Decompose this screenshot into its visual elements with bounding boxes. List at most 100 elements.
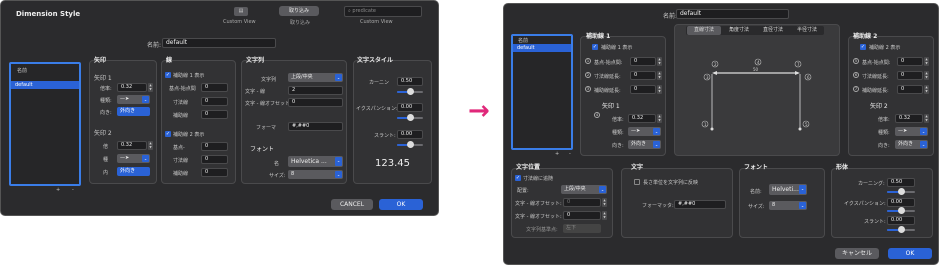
ext2-base-field[interactable]: 0 — [897, 57, 923, 66]
style-list-item[interactable]: default — [513, 44, 571, 52]
text-pos-value: 上段/中央 — [291, 74, 313, 80]
text-offset-label: 文字 - 線オフセット: — [245, 101, 292, 107]
ok-button[interactable]: OK — [888, 248, 932, 259]
follow-dimline-checkbox[interactable]: ✓ — [515, 175, 521, 181]
font-name-select[interactable]: Helvetica ... ⌄ — [288, 156, 343, 167]
base2-field[interactable]: 0 — [201, 142, 228, 151]
name-field[interactable]: default — [676, 9, 789, 19]
ext1-aux-field[interactable]: 0 — [630, 85, 656, 94]
aux-len-field[interactable]: 0 — [201, 110, 228, 119]
ok-button[interactable]: OK — [379, 199, 423, 210]
slant-slider[interactable] — [397, 141, 423, 148]
text-position-title: 文字位置 — [516, 164, 541, 171]
format-label: フォーマッタ: — [642, 203, 674, 209]
format-field[interactable]: #,##0 — [288, 122, 343, 131]
arrow2-kind-select[interactable]: —➤ ⌄ — [117, 154, 150, 163]
arrow-shape-icon: —➤ — [120, 155, 130, 161]
font-title: フォント — [250, 146, 275, 153]
text-xoff-stepper[interactable]: ▲ ▼ — [602, 198, 607, 207]
cancel-button[interactable]: CANCEL — [331, 199, 373, 210]
exp-field[interactable]: 0.00 — [397, 103, 423, 112]
slant-field[interactable]: 0.00 — [397, 130, 423, 139]
arrow2-size-field[interactable]: 0.32 — [117, 141, 147, 150]
exp-field[interactable]: 0.00 — [887, 198, 915, 207]
arrow2-size-field[interactable]: 0.32 — [895, 114, 923, 123]
add-style-button[interactable]: + — [56, 187, 60, 193]
arrow1-kind-label: 種類: — [100, 98, 112, 104]
ext-len-field[interactable]: 0 — [201, 97, 228, 106]
import-button-1[interactable]: 取り込み — [279, 6, 319, 16]
arrow-shape-icon: —➤ — [631, 128, 641, 134]
arrow1-size-stepper[interactable]: ▲ ▼ — [657, 114, 662, 123]
arrow2-kind-select[interactable]: —➤ ⌄ — [895, 127, 928, 136]
font-size-select[interactable]: 8 ⌄ — [288, 170, 343, 179]
font-name-select[interactable]: Helveti... ⌄ — [769, 184, 807, 195]
ext1-len-field[interactable]: 0 — [630, 71, 656, 80]
left-dialog-window: Dimension Style ▤ Custom View 取り込み 取り込み … — [0, 0, 439, 216]
ext1-base-stepper[interactable]: ▲ ▼ — [657, 57, 662, 66]
ext2-len-field[interactable]: 0 — [897, 71, 923, 80]
style-list-item[interactable]: default — [11, 81, 79, 89]
font-size-select[interactable]: 8 ⌄ — [769, 201, 807, 210]
arrow1-kind-select[interactable]: —➤ ⌄ — [628, 127, 661, 136]
arrow1-kind-select[interactable]: —➤ ⌄ — [117, 95, 150, 104]
remove-style-button[interactable]: - — [569, 151, 571, 157]
toolbar-view-icon[interactable]: ▤ — [234, 7, 248, 16]
exp-slider[interactable] — [397, 114, 423, 121]
ext2-aux-stepper[interactable]: ▲ ▼ — [924, 85, 929, 94]
kern-slider[interactable] — [887, 188, 915, 195]
ext2-checkbox[interactable]: ✓ — [165, 131, 171, 137]
ext1-base-field[interactable]: 0 — [630, 57, 656, 66]
arrow2-dir-select[interactable]: 外向き ⌄ — [895, 140, 928, 149]
chevron-icon: ⌄ — [653, 141, 660, 148]
slant-slider[interactable] — [887, 226, 915, 233]
text-yoff-field[interactable]: 0 — [563, 211, 601, 220]
arrow2-dir-select[interactable]: 外向き — [117, 167, 150, 176]
text-pos-select[interactable]: 上段/中央 ⌄ — [288, 73, 343, 82]
cancel-button[interactable]: キャンセル — [835, 248, 879, 259]
base-offset-field[interactable]: 0 — [201, 83, 228, 92]
kern-field[interactable]: 0.50 — [397, 77, 423, 86]
arrow2-size-stepper[interactable]: ▲ ▼ — [148, 141, 153, 150]
remove-style-button[interactable]: - — [72, 187, 74, 193]
ext1-len-stepper[interactable]: ▲ ▼ — [657, 71, 662, 80]
aux2-field[interactable]: 0 — [201, 168, 228, 177]
font-size-value: 8 — [291, 171, 295, 177]
text-xoff-field[interactable]: 0 — [563, 198, 601, 207]
arrow1-size-stepper[interactable]: ▲ ▼ — [148, 83, 153, 92]
text-anchor-select[interactable]: 左下 — [563, 224, 601, 233]
font-name-label: 名前: — [750, 189, 762, 195]
text-pos-select[interactable]: 上段/中央 ⌄ — [561, 185, 607, 194]
ext2-aux-field[interactable]: 0 — [897, 85, 923, 94]
ext2-base-stepper[interactable]: ▲ ▼ — [924, 57, 929, 66]
ext2-len-stepper[interactable]: ▲ ▼ — [924, 71, 929, 80]
name-field[interactable]: default — [162, 38, 276, 48]
arrow1-size-label: 倍率: — [100, 86, 112, 92]
ext2-len-field[interactable]: 0 — [201, 155, 228, 164]
arrow1-size-field[interactable]: 0.32 — [117, 83, 147, 92]
search-input[interactable]: ⌕ predicate — [344, 6, 422, 17]
text-yoff-stepper[interactable]: ▲ ▼ — [602, 211, 607, 220]
ext1-aux-stepper[interactable]: ▲ ▼ — [657, 85, 662, 94]
text-offset-field[interactable]: 0 — [288, 98, 343, 107]
arrow1-dir-select[interactable]: 外向き — [117, 107, 150, 116]
chevron-icon: ⌄ — [142, 96, 149, 103]
ext1-checkbox[interactable]: ✓ — [165, 72, 171, 78]
text-gap-field[interactable]: 2 — [288, 86, 343, 95]
arrow1-size-field[interactable]: 0.32 — [628, 114, 656, 123]
text-anchor-label: 文字列基準点: — [526, 227, 558, 233]
kern-slider[interactable] — [397, 88, 423, 95]
arrow2-size-stepper[interactable]: ▲ ▼ — [924, 114, 929, 123]
format-field[interactable]: #,##0 — [674, 200, 726, 209]
slant-field[interactable]: 0.00 — [887, 216, 915, 225]
chevron-icon: ⌄ — [920, 128, 927, 135]
ext1-checkbox[interactable]: ✓ — [592, 44, 598, 50]
font-name-value: Helvetica ... — [291, 158, 327, 165]
exp-slider[interactable] — [887, 207, 915, 214]
kern-field[interactable]: 0.50 — [887, 178, 915, 187]
add-style-button[interactable]: + — [555, 151, 559, 157]
arrow1-dir-select[interactable]: 外向き ⌄ — [628, 140, 661, 149]
font-name-value: Helveti... — [772, 186, 799, 193]
ext2-checkbox[interactable]: ✓ — [860, 44, 866, 50]
unit-in-text-checkbox[interactable] — [634, 179, 640, 185]
